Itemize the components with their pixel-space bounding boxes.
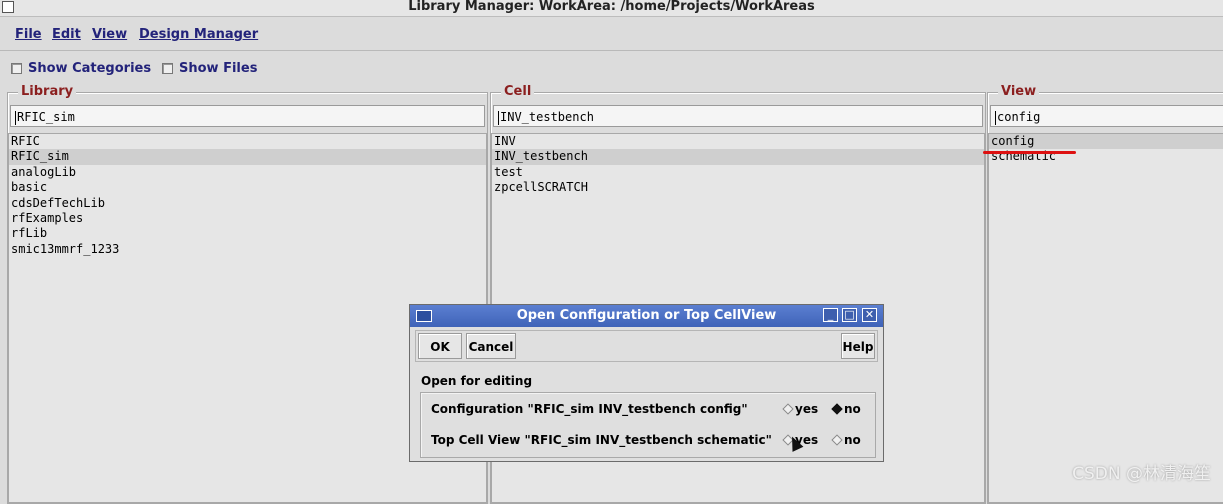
library-item[interactable]: rfExamples [9,211,486,226]
cell-filter-input[interactable]: INV_testbench [493,105,983,127]
cell-item[interactable]: test [492,165,984,180]
menu-file[interactable]: File [15,27,42,42]
text-caret [498,110,499,125]
menu-view[interactable]: View [92,27,127,42]
text-caret [995,110,996,125]
open-config-dialog: Open Configuration or Top CellView _ □ ✕… [409,304,884,462]
library-item[interactable]: basic [9,180,486,195]
cell-item[interactable]: INV [492,134,984,149]
library-item[interactable]: smic13mmrf_1233 [9,242,486,257]
options-bar: Show Categories Show Files [0,56,1223,80]
checkbox-icon [11,63,22,74]
window-title: Library Manager: WorkArea: /home/Project… [408,0,815,14]
radio-diamond-icon [782,403,794,415]
radio-diamond-selected-icon [831,403,843,415]
top-cell-view-no-radio[interactable]: no [831,433,861,447]
show-files-label: Show Files [179,61,258,76]
cell-item-selected[interactable]: INV_testbench [492,149,984,165]
dialog-title: Open Configuration or Top CellView [516,308,777,323]
ok-button[interactable]: OK [418,333,462,359]
text-caret [15,110,16,125]
view-filter-input[interactable]: config [990,105,1223,127]
library-item[interactable]: cdsDefTechLib [9,196,486,211]
dialog-titlebar[interactable]: Open Configuration or Top CellView _ □ ✕ [410,305,883,327]
show-categories-label: Show Categories [28,61,152,76]
dialog-button-bar: OK Cancel Help [415,330,878,362]
configuration-no-radio[interactable]: no [831,402,861,416]
library-panel-label: Library [18,84,77,99]
menubar: File Edit View Design Manager [0,24,1223,51]
open-for-editing-label: Open for editing [421,374,533,388]
view-list[interactable]: config schematic [988,133,1223,503]
window-titlebar: Library Manager: WorkArea: /home/Project… [0,0,1223,17]
view-item-selected[interactable]: config [989,134,1223,150]
library-item[interactable]: analogLib [9,165,486,180]
configuration-row-label: Configuration "RFIC_sim INV_testbench co… [431,402,748,416]
top-cell-view-row-label: Top Cell View "RFIC_sim INV_testbench sc… [431,433,772,447]
cell-panel-label: Cell [501,84,535,99]
cell-item[interactable]: zpcellSCRATCH [492,180,984,195]
minimize-icon[interactable]: _ [823,308,838,322]
menu-edit[interactable]: Edit [52,27,81,42]
menu-design-manager[interactable]: Design Manager [139,27,258,42]
radio-diamond-icon [831,434,843,446]
show-categories-checkbox[interactable]: Show Categories [11,61,151,76]
watermark-text: CSDN @林清海笙 [1072,464,1211,484]
library-filter-input[interactable]: RFIC_sim [10,105,485,127]
open-options-group: Configuration "RFIC_sim INV_testbench co… [420,392,876,458]
library-item-selected[interactable]: RFIC_sim [9,149,486,165]
close-icon[interactable]: ✕ [862,308,877,322]
cancel-button[interactable]: Cancel [466,333,516,359]
maximize-icon[interactable]: □ [842,308,857,322]
show-files-checkbox[interactable]: Show Files [162,61,257,76]
help-button[interactable]: Help [841,333,875,359]
view-panel-label: View [998,84,1040,99]
library-item[interactable]: rfLib [9,226,486,241]
configuration-yes-radio[interactable]: yes [782,402,818,416]
checkbox-icon [162,63,173,74]
library-item[interactable]: RFIC [9,134,486,149]
annotation-underline [983,151,1076,154]
